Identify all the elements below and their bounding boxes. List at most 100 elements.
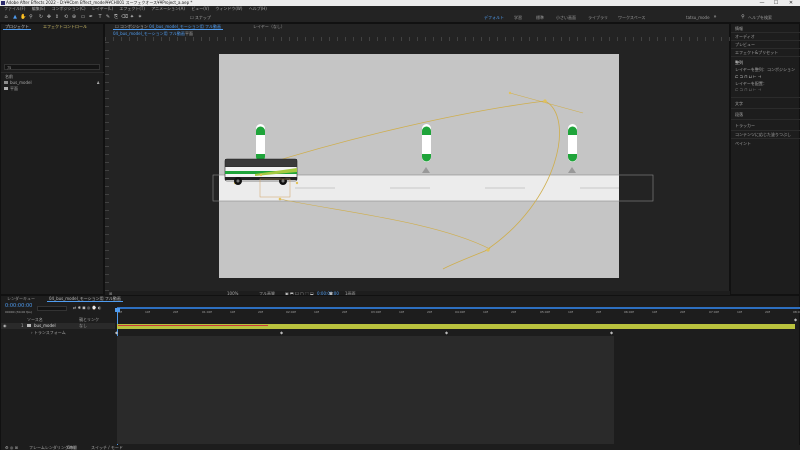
snapping-checkbox[interactable]: ☐ スナップ	[190, 15, 211, 20]
composition-panel: ☐ コンポジション 04_bus_model_モーション用 フル動画 レイヤー（…	[104, 23, 731, 296]
keyframe-diamond[interactable]: ◆	[280, 330, 283, 335]
panel-character[interactable]: 文字	[735, 101, 743, 107]
eraser-tool-icon[interactable]: ⌫	[121, 14, 128, 20]
transform-group[interactable]: › トランスフォーム	[31, 330, 66, 335]
timeline-switch-icons[interactable]: ⇄ ✱ ◼ ◎ ⌚ ◐	[73, 305, 101, 310]
ruler-label: 20f	[342, 310, 347, 314]
breadcrumb-solid[interactable]: 平面	[185, 31, 193, 36]
right-panel: 情報 オーディオ プレビュー エフェクト&プリセット 整列 レイヤーを整列： コ…	[730, 23, 800, 295]
ruler-label: 10f	[230, 310, 235, 314]
ruler-label: 10f	[314, 310, 319, 314]
footer-icons[interactable]: ⚙ ◎ ⊞	[5, 445, 18, 450]
ruler-label: 20f	[427, 310, 432, 314]
workspace-workspace[interactable]: ワークスペース	[618, 15, 645, 21]
rotate-tool-icon[interactable]: ⟲	[63, 14, 69, 20]
pan-tool-icon[interactable]: ✥	[46, 14, 52, 20]
keyframe-diamond[interactable]: ◆	[115, 330, 118, 335]
project-item[interactable]: bus_model ♟	[4, 80, 102, 85]
home-icon[interactable]: ⌂	[3, 14, 9, 20]
type-tool-icon[interactable]: T	[97, 14, 103, 20]
comp-viewer[interactable]	[105, 41, 731, 291]
tab-layer[interactable]: レイヤー（なし）	[251, 24, 287, 30]
tab-composition[interactable]: ☐ コンポジション 04_bus_model_モーション用 フル動画	[113, 24, 224, 30]
panel-tracker[interactable]: トラッカー	[735, 123, 755, 129]
align-to-label: レイヤーを整列：	[735, 67, 767, 72]
project-panel: プロジェクト エフェクトコントロール ﾌﾙ 名前 bus_model ♟ 平面	[0, 23, 105, 295]
layer-name[interactable]: bus_model	[34, 323, 56, 328]
layer-parent-dropdown[interactable]: なし	[79, 323, 87, 328]
workspace-libraries[interactable]: ライブラリ	[588, 15, 608, 21]
ruler-label: 08:00f	[793, 310, 800, 314]
distribute-buttons[interactable]: ⊏ ⊐ ⊓ ⊔ ⊢ ⊣	[735, 87, 761, 92]
render-time-value: 0ms	[67, 445, 76, 450]
toolbar: ⌂ ▲ ✋ ⚲ ↻ ✥ ⇕ ⟲ ⊕ ▭ ✒ T ✎ ⎘ ⌫ ✦ ✶ ☐ スナップ…	[0, 11, 800, 23]
project-search-input[interactable]: ﾌﾙ	[4, 64, 100, 70]
tab-project[interactable]: プロジェクト	[3, 24, 31, 30]
timeline-panel: レンダーキュー 04_bus_model_モーション用 フル動画 0:00:00…	[0, 295, 800, 450]
layer-end-icon: ◆	[794, 317, 798, 322]
ruler-label: 04:00f	[455, 310, 465, 314]
timeline-footer: ⚙ ◎ ⊞ フレームレンダリング時間 0ms スイッチ / モード	[1, 445, 800, 450]
orbit-tool-icon[interactable]: ↻	[38, 14, 44, 20]
keyframe-diamond[interactable]: ◆	[610, 330, 613, 335]
layer-type-icon	[27, 324, 31, 327]
ruler-label: 10f	[399, 310, 404, 314]
panel-paint[interactable]: ペイント	[735, 141, 751, 147]
roto-tool-icon[interactable]: ✦	[129, 14, 135, 20]
ruler-labels: 00f 10f 20f 01:00f 10f 20f 02:00f 10f 20f 03:00f 1…	[117, 310, 800, 316]
work-area-bar[interactable]	[117, 307, 800, 309]
app-logo-icon	[1, 1, 5, 5]
pen-tool-icon[interactable]: ✒	[88, 14, 94, 20]
align-to-dropdown[interactable]: コンポジション	[767, 67, 795, 73]
timeline-search-input[interactable]	[37, 306, 67, 311]
workspace-tatsu-mode[interactable]: tatsu_mode	[686, 15, 710, 20]
timeline-timecode[interactable]: 0:00:00:00	[5, 304, 32, 309]
chevron-right-icon: ›	[31, 330, 33, 335]
track-area[interactable]	[117, 336, 614, 444]
folder-icon	[4, 87, 8, 90]
snapping-label: スナップ	[194, 15, 211, 20]
workspace-learn[interactable]: 学習	[514, 15, 522, 21]
layer-number: 1	[21, 323, 24, 328]
switches-modes-toggle[interactable]: スイッチ / モード	[91, 445, 123, 450]
zoom-tool-icon[interactable]: ⚲	[28, 14, 34, 20]
ruler-label: 20f	[258, 310, 263, 314]
align-buttons[interactable]: ⊏ ⊐ ⊓ ⊔ ⊢ ⊣	[735, 74, 761, 79]
project-item[interactable]: 平面	[4, 86, 102, 91]
tab-composition-name: 04_bus_model_モーション用 フル動画	[149, 24, 222, 29]
keyframe-diamond[interactable]: ◆	[445, 330, 448, 335]
search-help-icon[interactable]: ⚲	[740, 14, 746, 20]
column-name-header: 名前	[5, 74, 13, 79]
ruler-label: 20f	[511, 310, 516, 314]
breadcrumb-comp[interactable]: 04_bus_model_モーション用 フル動画	[113, 31, 185, 36]
ruler-label: 06:00f	[624, 310, 634, 314]
layer-row[interactable]: ◉ 1 bus_model なし	[1, 323, 115, 329]
hand-tool-icon[interactable]: ✋	[20, 14, 26, 20]
ruler-label: 10f	[652, 310, 657, 314]
workspace-standard[interactable]: 標準	[536, 15, 544, 21]
playhead-handle[interactable]	[115, 308, 120, 312]
rectangle-tool-icon[interactable]: ▭	[80, 14, 86, 20]
help-search-input[interactable]: ヘルプを検索	[748, 15, 772, 21]
ruler-label: 20f	[596, 310, 601, 314]
chevron-right-icon[interactable]: »	[712, 14, 718, 20]
tab-render-queue[interactable]: レンダーキュー	[5, 296, 37, 302]
visibility-icon[interactable]: ◉	[3, 323, 7, 328]
workspace-default[interactable]: デフォルト	[484, 15, 504, 21]
tab-effect-controls[interactable]: エフェクトコントロール	[41, 24, 89, 30]
panel-align[interactable]: 整列	[735, 60, 743, 66]
transform-label: トランスフォーム	[33, 330, 66, 335]
bus[interactable]	[224, 158, 298, 185]
ruler-label: 03:00f	[371, 310, 381, 314]
brush-tool-icon[interactable]: ✎	[105, 14, 111, 20]
workspace-small-screen[interactable]: 小さい画面	[556, 15, 576, 21]
anchor-tool-icon[interactable]: ⊕	[71, 14, 77, 20]
panel-paragraph[interactable]: 段落	[735, 112, 743, 118]
ruler-label: 10f	[145, 310, 150, 314]
clone-tool-icon[interactable]: ⎘	[113, 14, 119, 20]
ruler-label: 20f	[173, 310, 178, 314]
puppet-tool-icon[interactable]: ✶	[137, 14, 143, 20]
selection-tool-icon[interactable]: ▲	[12, 14, 18, 20]
tab-timeline-comp[interactable]: 04_bus_model_モーション用 フル動画	[47, 296, 123, 302]
dolly-tool-icon[interactable]: ⇕	[54, 14, 60, 20]
